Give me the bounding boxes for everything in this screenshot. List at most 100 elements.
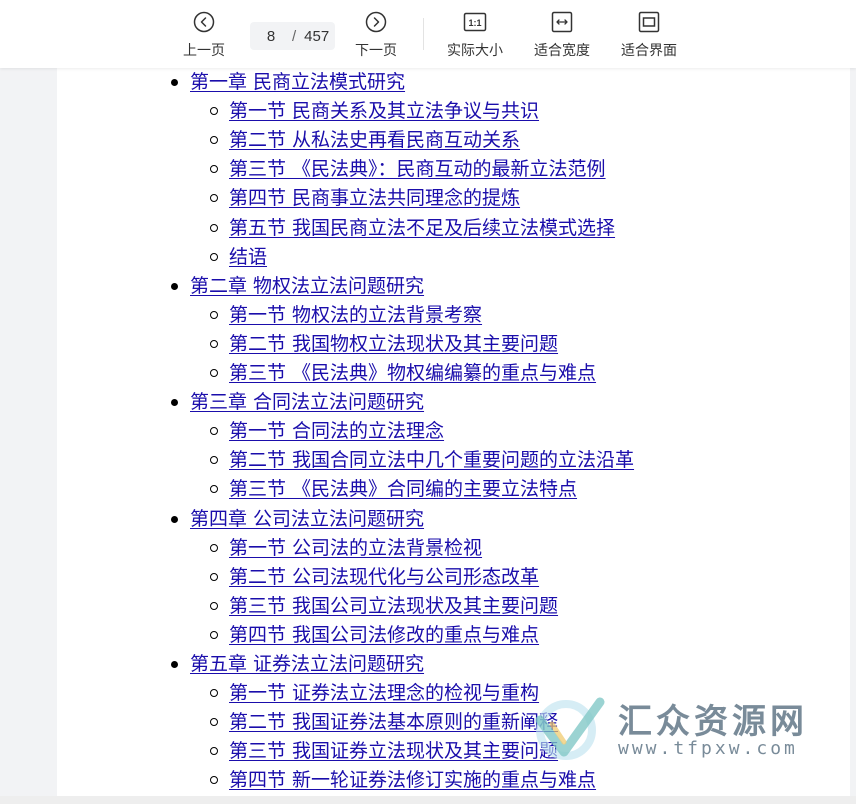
toc-section-item: 第二节 从私法史再看民商互动关系 [210, 126, 520, 155]
toc-chapter-link[interactable]: 第二章 物权法立法问题研究 [190, 275, 424, 297]
toc-chapter-item: 第三章 合同法立法问题研究 [171, 388, 424, 417]
prev-page-button[interactable]: 上一页 [183, 8, 225, 64]
actual-size-label: 实际大小 [447, 43, 503, 59]
toc-section-link[interactable]: 第三节 我国证券立法现状及其主要问题 [229, 740, 558, 762]
toc-section-item: 第二节 公司法现代化与公司形态改革 [210, 563, 539, 592]
document-page: 第一章 民商立法模式研究第一节 民商关系及其立法争议与共识 第二节 从私法史再看民… [57, 68, 850, 796]
toc-section-link[interactable]: 第四节 我国公司法修改的重点与难点 [229, 624, 539, 646]
next-page-label: 下一页 [355, 43, 397, 59]
hollow-bullet-icon [210, 165, 218, 174]
hollow-bullet-icon [210, 543, 218, 552]
toc-section-link[interactable]: 第二节 我国合同立法中几个重要问题的立法沿革 [229, 449, 634, 471]
toc-section-link[interactable]: 第二节 我国物权立法现状及其主要问题 [229, 333, 558, 355]
toc-section-item: 第三节 《民法典》合同编的主要立法特点 [210, 475, 577, 504]
toc-section-link[interactable]: 第二节 我国证券法基本原则的重新阐释 [229, 711, 558, 733]
fit-page-label: 适合界面 [621, 43, 677, 59]
toc-section-item: 结语 [210, 243, 267, 272]
hollow-bullet-icon [210, 194, 218, 203]
toc-section-item: 第一节 合同法的立法理念 [210, 417, 444, 446]
filled-bullet-icon [171, 79, 178, 86]
toc-section-link[interactable]: 第四节 新一轮证券法修订实施的重点与难点 [229, 769, 596, 791]
toc-section-item: 第一节 公司法的立法背景检视 [210, 534, 482, 563]
toc-section-link[interactable]: 第四节 民商事立法共同理念的提炼 [229, 187, 520, 209]
toc-section-item: 第五节 我国民商立法不足及后续立法模式选择 [210, 214, 615, 243]
hollow-bullet-icon [210, 456, 218, 465]
check-swoosh-logo-icon [535, 697, 605, 760]
toc-section-item: 第三节 《民法典》物权编编纂的重点与难点 [210, 359, 596, 388]
toc-section-item: 第二节 我国合同立法中几个重要问题的立法沿革 [210, 446, 634, 475]
toc-section-item: 第四节 我国公司法修改的重点与难点 [210, 621, 539, 650]
hollow-bullet-icon [210, 718, 218, 727]
toc-section-item: 第三节 我国证券立法现状及其主要问题 [210, 737, 558, 766]
toc-section-link[interactable]: 第三节 我国公司立法现状及其主要问题 [229, 595, 558, 617]
filled-bullet-icon [171, 515, 178, 523]
toc-section-link[interactable]: 第一节 民商关系及其立法争议与共识 [229, 100, 539, 122]
next-page-button[interactable]: 下一页 [355, 8, 397, 64]
toc-section-link[interactable]: 第一节 公司法的立法背景检视 [229, 537, 482, 559]
hollow-bullet-icon [210, 485, 218, 494]
toc-chapter-link[interactable]: 第一章 民商立法模式研究 [190, 71, 405, 93]
toc-section-item: 第一节 物权法的立法背景考察 [210, 301, 482, 330]
bottom-edge [0, 796, 856, 804]
toc-section-item: 第四节 新一轮证券法修订实施的重点与难点 [210, 766, 596, 795]
hollow-bullet-icon [210, 252, 218, 261]
toc-section-link[interactable]: 第一节 物权法的立法背景考察 [229, 304, 482, 326]
toc-section-link[interactable]: 第一节 合同法的立法理念 [229, 420, 444, 442]
hollow-bullet-icon [210, 689, 218, 698]
fit-width-icon [550, 10, 574, 34]
fit-page-button[interactable]: 适合界面 [621, 8, 677, 64]
toc-section-link[interactable]: 第二节 从私法史再看民商互动关系 [229, 129, 520, 151]
fit-width-button[interactable]: 适合宽度 [534, 8, 590, 64]
toc-chapter-item: 第二章 物权法立法问题研究 [171, 272, 424, 301]
watermark-url: www.tfpxw.com [618, 738, 798, 759]
toc-section-link[interactable]: 第二节 公司法现代化与公司形态改革 [229, 566, 539, 588]
page-indicator: / 457 [250, 22, 335, 50]
toc-section-item: 第二节 我国证券法基本原则的重新阐释 [210, 708, 558, 737]
total-pages: 457 [304, 27, 330, 45]
chevron-right-circle-icon [364, 10, 388, 34]
scrollbar-track[interactable] [850, 68, 856, 804]
toc-section-item: 第一节 民商关系及其立法争议与共识 [210, 97, 539, 126]
toc-section-item: 第三节 我国公司立法现状及其主要问题 [210, 592, 558, 621]
toc-section-link[interactable]: 第一节 证券法立法理念的检视与重构 [229, 682, 539, 704]
filled-bullet-icon [171, 399, 178, 407]
prev-page-label: 上一页 [183, 43, 225, 59]
toc-section-link[interactable]: 第三节 《民法典》合同编的主要立法特点 [229, 478, 577, 500]
svg-text:1:1: 1:1 [468, 18, 481, 28]
watermark: 汇众资源网 www.tfpxw.com [530, 690, 830, 770]
toc-chapter-item: 第五章 证券法立法问题研究 [171, 650, 424, 679]
toc-section-link[interactable]: 结语 [229, 246, 267, 268]
toc-section-item: 第四节 民商事立法共同理念的提炼 [210, 184, 520, 213]
toc-chapter-item: 第一章 民商立法模式研究 [171, 68, 405, 97]
toc-chapter-item: 第四章 公司法立法问题研究 [171, 505, 424, 534]
toc-section-link[interactable]: 第三节 《民法典》：民商互动的最新立法范例 [229, 158, 606, 180]
filled-bullet-icon [171, 661, 178, 668]
toc-section-item: 第一节 证券法立法理念的检视与重构 [210, 679, 539, 708]
page-separator: / [292, 27, 297, 45]
pdf-toolbar: 上一页 / 457 下一页 1:1 实际大小 适合宽度 适合界面 [0, 0, 856, 68]
filled-bullet-icon [171, 282, 178, 290]
current-page-input[interactable] [256, 27, 286, 45]
toc-chapter-link[interactable]: 第三章 合同法立法问题研究 [190, 391, 424, 413]
toolbar-divider [423, 18, 424, 50]
chevron-left-circle-icon [192, 10, 216, 34]
hollow-bullet-icon [210, 776, 218, 785]
hollow-bullet-icon [210, 136, 218, 145]
toc-chapter-link[interactable]: 第五章 证券法立法问题研究 [190, 653, 424, 675]
toc-section-link[interactable]: 第五节 我国民商立法不足及后续立法模式选择 [229, 217, 615, 239]
hollow-bullet-icon [210, 630, 218, 639]
toc-section-item: 第二节 我国物权立法现状及其主要问题 [210, 330, 558, 359]
hollow-bullet-icon [210, 369, 218, 377]
toc-section-item: 第三节 《民法典》：民商互动的最新立法范例 [210, 155, 606, 184]
hollow-bullet-icon [210, 310, 218, 319]
hollow-bullet-icon [210, 339, 218, 348]
hollow-bullet-icon [210, 223, 218, 232]
actual-size-button[interactable]: 1:1 实际大小 [447, 8, 503, 64]
toc-section-link[interactable]: 第三节 《民法典》物权编编纂的重点与难点 [229, 362, 596, 384]
hollow-bullet-icon [210, 601, 218, 610]
toc-chapter-link[interactable]: 第四章 公司法立法问题研究 [190, 508, 424, 530]
one-to-one-icon: 1:1 [463, 10, 487, 34]
hollow-bullet-icon [210, 747, 218, 756]
watermark-name: 汇众资源网 [618, 702, 808, 742]
fit-width-label: 适合宽度 [534, 43, 590, 59]
